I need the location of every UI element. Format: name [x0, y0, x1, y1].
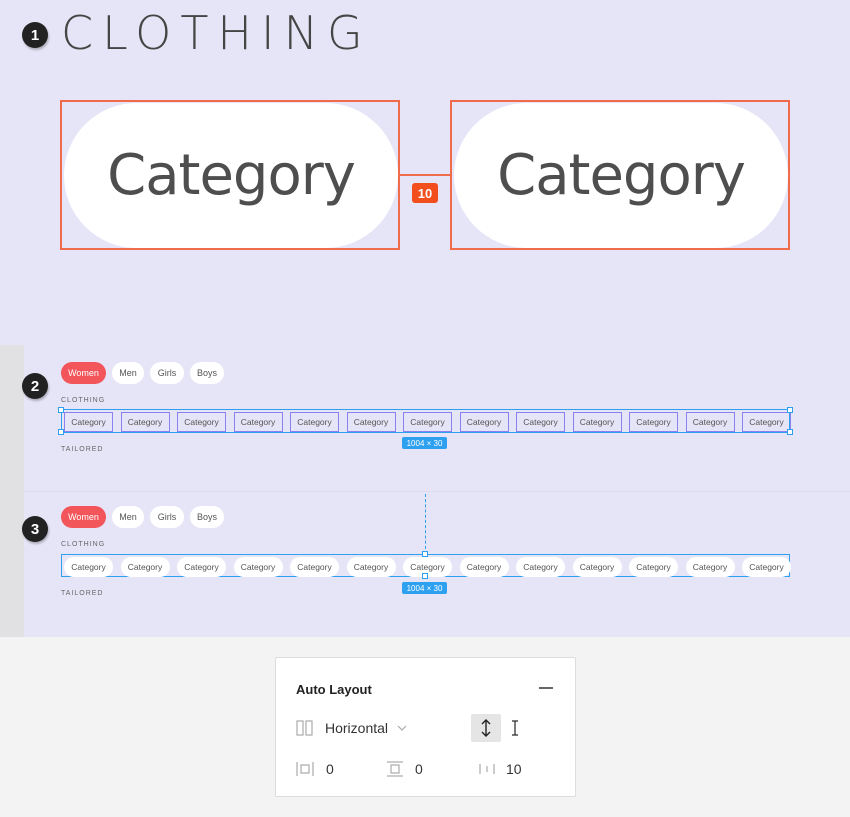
- category-item[interactable]: Category: [177, 557, 226, 577]
- category-row-frame[interactable]: Category Category Category Category Category…: [61, 409, 791, 433]
- resize-handle[interactable]: [58, 407, 64, 413]
- category-item[interactable]: Category: [572, 557, 622, 577]
- chip-boys[interactable]: Boys: [190, 362, 224, 384]
- clothing-title: CLOTHING: [61, 6, 372, 60]
- category-frame-left[interactable]: Category: [60, 100, 400, 250]
- horizontal-direction-icon: [296, 719, 314, 737]
- category-pill-right[interactable]: Category: [454, 103, 788, 248]
- category-item[interactable]: Category: [459, 557, 509, 577]
- category-item[interactable]: Category: [742, 557, 791, 577]
- vertical-padding-icon: [386, 760, 404, 778]
- resize-handle[interactable]: [422, 573, 428, 579]
- chip-men[interactable]: Men: [112, 362, 144, 384]
- category-item[interactable]: Category: [685, 557, 735, 577]
- chip-girls[interactable]: Girls: [150, 506, 184, 528]
- tailored-label: TAILORED: [61, 590, 104, 597]
- vertical-resize-icon[interactable]: [471, 714, 501, 742]
- category-item[interactable]: Category: [233, 412, 283, 432]
- category-item[interactable]: Category: [64, 557, 113, 577]
- panel-title: Auto Layout: [296, 682, 372, 697]
- size-readout: 1004 × 30: [402, 437, 447, 449]
- horizontal-padding-icon: [296, 760, 314, 778]
- chip-boys[interactable]: Boys: [190, 506, 224, 528]
- direction-select[interactable]: Horizontal: [325, 720, 388, 736]
- spacing-value-badge: 10: [412, 183, 438, 203]
- category-item[interactable]: Category: [403, 412, 452, 432]
- resize-handle[interactable]: [422, 551, 428, 557]
- vertical-padding-input[interactable]: 0: [415, 761, 423, 777]
- category-item[interactable]: Category: [685, 412, 735, 432]
- category-item[interactable]: Category: [120, 557, 170, 577]
- spacing-line: [400, 174, 450, 176]
- category-item[interactable]: Category: [516, 412, 565, 432]
- category-item[interactable]: Category: [629, 557, 678, 577]
- category-item[interactable]: Category: [346, 557, 396, 577]
- chip-women[interactable]: Women: [61, 362, 106, 384]
- category-item[interactable]: Category: [233, 557, 283, 577]
- category-frame-right[interactable]: Category: [450, 100, 790, 250]
- category-item[interactable]: Category: [346, 412, 396, 432]
- item-spacing-icon: [478, 760, 496, 778]
- horizontal-padding-input[interactable]: 0: [326, 761, 334, 777]
- step-badge-3: 3: [22, 516, 48, 542]
- clothing-label: CLOTHING: [61, 541, 106, 548]
- category-item[interactable]: Category: [120, 412, 170, 432]
- category-item[interactable]: Category: [516, 557, 565, 577]
- category-item[interactable]: Category: [572, 412, 622, 432]
- category-item[interactable]: Category: [64, 412, 113, 432]
- canvas-gutter: [0, 345, 24, 637]
- category-item[interactable]: Category: [742, 412, 791, 432]
- auto-layout-panel: Auto Layout Horizontal 0 0 10: [275, 657, 576, 797]
- item-spacing-input[interactable]: 10: [506, 761, 522, 777]
- category-item[interactable]: Category: [629, 412, 678, 432]
- minus-icon[interactable]: [536, 678, 556, 698]
- category-item[interactable]: Category: [290, 412, 339, 432]
- text-cursor-icon[interactable]: [508, 718, 522, 738]
- step-badge-1: 1: [22, 22, 48, 48]
- chevron-down-icon[interactable]: [396, 722, 408, 734]
- clothing-label: CLOTHING: [61, 397, 106, 404]
- chip-women[interactable]: Women: [61, 506, 106, 528]
- chip-girls[interactable]: Girls: [150, 362, 184, 384]
- category-item[interactable]: Category: [177, 412, 226, 432]
- size-readout: 1004 × 30: [402, 582, 447, 594]
- tailored-label: TAILORED: [61, 446, 104, 453]
- category-item[interactable]: Category: [290, 557, 339, 577]
- resize-handle[interactable]: [787, 429, 793, 435]
- resize-handle[interactable]: [787, 407, 793, 413]
- category-item[interactable]: Category: [459, 412, 509, 432]
- guide-line: [425, 494, 426, 554]
- chip-men[interactable]: Men: [112, 506, 144, 528]
- category-pill-left[interactable]: Category: [64, 103, 398, 248]
- step-badge-2: 2: [22, 373, 48, 399]
- resize-handle[interactable]: [58, 429, 64, 435]
